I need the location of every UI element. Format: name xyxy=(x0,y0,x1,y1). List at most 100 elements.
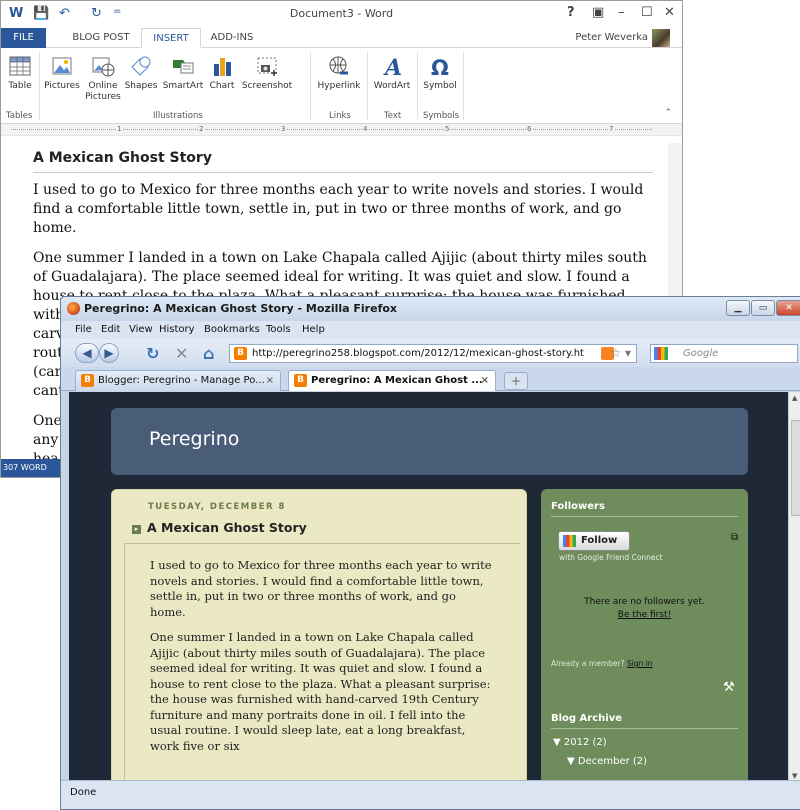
blog-sidebar: Followers Follow ⧉ with Google Friend Co… xyxy=(541,489,748,782)
forward-icon[interactable]: ▶ xyxy=(99,343,119,363)
symbol-button[interactable]: Ω Symbol xyxy=(420,54,460,92)
online-pictures-icon xyxy=(92,57,115,77)
post-title-text: A Mexican Ghost Story xyxy=(147,520,307,535)
menu-bookmarks[interactable]: Bookmarks xyxy=(204,324,260,335)
google-friend-connect-icon xyxy=(563,535,576,547)
browser-tab-strip: B Blogger: Peregrino - Manage Po... × B … xyxy=(61,367,800,391)
avatar[interactable] xyxy=(652,29,670,47)
svg-text:Ω: Ω xyxy=(431,56,449,78)
smartart-button[interactable]: SmartArt xyxy=(160,54,206,92)
shapes-label: Shapes xyxy=(124,81,158,91)
tab-blogger-manage[interactable]: B Blogger: Peregrino - Manage Po... × xyxy=(75,370,281,391)
doc-paragraph: I used to go to Mexico for three months … xyxy=(33,182,644,236)
group-label-links: Links xyxy=(329,111,351,121)
group-label-tables: Tables xyxy=(6,111,33,121)
member-signin: Already a member? Sign in xyxy=(551,659,653,668)
archive-heading: Blog Archive xyxy=(551,713,738,729)
help-icon[interactable]: ? xyxy=(567,5,575,20)
scroll-thumb[interactable] xyxy=(791,420,800,516)
menu-help[interactable]: Help xyxy=(302,324,325,335)
menu-view[interactable]: View xyxy=(129,324,153,335)
tab-add-ins[interactable]: ADD-INS xyxy=(201,28,263,48)
menu-edit[interactable]: Edit xyxy=(101,324,120,335)
close-icon[interactable]: ✕ xyxy=(664,5,675,20)
gfc-caption: with Google Friend Connect xyxy=(559,553,663,562)
tab-peregrino-post[interactable]: B Peregrino: A Mexican Ghost ... × xyxy=(288,370,496,391)
home-icon[interactable]: ⌂ xyxy=(203,344,214,363)
scroll-down-icon[interactable]: ▼ xyxy=(792,772,797,780)
close-tab-icon[interactable]: × xyxy=(481,371,489,390)
blog-title[interactable]: Peregrino xyxy=(149,428,239,450)
doc-title: A Mexican Ghost Story xyxy=(33,150,653,173)
chart-button[interactable]: Chart xyxy=(207,54,237,92)
reload-icon[interactable]: ↻ xyxy=(146,344,159,363)
ruler-number: 7 xyxy=(608,125,615,133)
word-window-title: Document3 - Word xyxy=(289,7,394,20)
sign-in-link[interactable]: Sign in xyxy=(627,659,653,668)
wordart-icon: A xyxy=(383,55,402,78)
search-input[interactable]: Google ⌕ xyxy=(650,344,798,363)
stop-icon[interactable]: ✕ xyxy=(175,344,188,363)
maximize-icon[interactable]: ▭ xyxy=(751,300,775,316)
hyperlink-button[interactable]: Hyperlink xyxy=(314,54,364,92)
tab-blog-post[interactable]: BLOG POST xyxy=(61,28,141,48)
search-placeholder: Google xyxy=(683,348,719,359)
post-body: I used to go to Mexico for three months … xyxy=(150,558,495,764)
blog-header: Peregrino xyxy=(111,408,748,475)
chart-icon xyxy=(214,58,231,76)
google-icon[interactable] xyxy=(654,347,668,360)
group-separator xyxy=(310,52,311,120)
page-scrollbar[interactable]: ▲ ▼ xyxy=(788,392,800,782)
screenshot-button[interactable]: Screenshot xyxy=(238,54,296,92)
word-title-bar: W 💾 ↶ ↻ = Document3 - Word ? ▣ – ☐ ✕ xyxy=(1,1,682,28)
hyperlink-label: Hyperlink xyxy=(317,81,361,91)
scroll-up-icon[interactable]: ▲ xyxy=(792,394,797,402)
blog-archive-section: Blog Archive xyxy=(541,713,748,729)
menu-history[interactable]: History xyxy=(159,324,195,335)
new-tab-button[interactable]: + xyxy=(504,372,528,390)
shapes-button[interactable]: Shapes xyxy=(122,54,160,92)
navigation-toolbar: ◀ ▶ ↻ ✕ ⌂ B http://peregrino258.blogspot… xyxy=(61,339,800,367)
back-icon[interactable]: ◀ xyxy=(75,343,99,363)
chart-label: Chart xyxy=(209,81,235,91)
pictures-icon xyxy=(52,57,72,75)
post-arrow-icon: ▸ xyxy=(132,525,141,534)
post-title[interactable]: ▸ A Mexican Ghost Story xyxy=(132,520,307,535)
menu-tools[interactable]: Tools xyxy=(266,324,291,335)
tools-icon[interactable]: ⚒ xyxy=(723,680,735,695)
tab-insert[interactable]: INSERT xyxy=(141,28,201,48)
close-tab-icon[interactable]: × xyxy=(266,371,274,390)
minimize-icon[interactable]: – xyxy=(618,5,625,20)
firefox-icon xyxy=(67,302,80,315)
ruler-number: 2 xyxy=(198,125,205,133)
ribbon-display-icon[interactable]: ▣ xyxy=(592,5,604,20)
minimize-icon[interactable]: ▁ xyxy=(726,300,750,316)
archive-month-december[interactable]: ▼ December (2) xyxy=(567,756,647,767)
be-first-link[interactable]: Be the first! xyxy=(618,610,671,620)
tab-file[interactable]: FILE xyxy=(1,28,46,48)
table-button[interactable]: Table xyxy=(5,54,35,92)
wordart-button[interactable]: A WordArt xyxy=(370,54,414,92)
collapse-ribbon-icon[interactable]: ⌃ xyxy=(664,108,672,118)
blogger-favicon-icon: B xyxy=(81,374,94,387)
bookmark-star-icon[interactable]: ☆ ▾ xyxy=(610,345,631,362)
wordart-label: WordArt xyxy=(373,81,411,91)
maximize-icon[interactable]: ☐ xyxy=(641,5,653,20)
blog-post: TUESDAY, DECEMBER 8 ▸ A Mexican Ghost Sto… xyxy=(111,489,527,782)
url-bar[interactable]: B http://peregrino258.blogspot.com/2012/… xyxy=(229,344,637,363)
smartart-label: SmartArt xyxy=(162,81,204,91)
blogger-favicon-icon: B xyxy=(234,347,247,360)
hyperlink-icon xyxy=(329,56,348,75)
user-name[interactable]: Peter Weverka xyxy=(575,32,648,43)
group-label-symbols: Symbols xyxy=(423,111,460,121)
popout-icon[interactable]: ⧉ xyxy=(731,532,738,543)
close-icon[interactable]: ✕ xyxy=(776,300,800,316)
follow-button[interactable]: Follow xyxy=(558,531,630,551)
tab-label: Peregrino: A Mexican Ghost ... xyxy=(311,375,483,386)
archive-year-2012[interactable]: ▼ 2012 (2) xyxy=(553,737,607,748)
pictures-button[interactable]: Pictures xyxy=(42,54,82,92)
online-pictures-button[interactable]: Online Pictures xyxy=(84,54,122,103)
table-icon xyxy=(9,56,31,76)
followers-heading: Followers xyxy=(551,501,738,517)
menu-file[interactable]: File xyxy=(75,324,92,335)
